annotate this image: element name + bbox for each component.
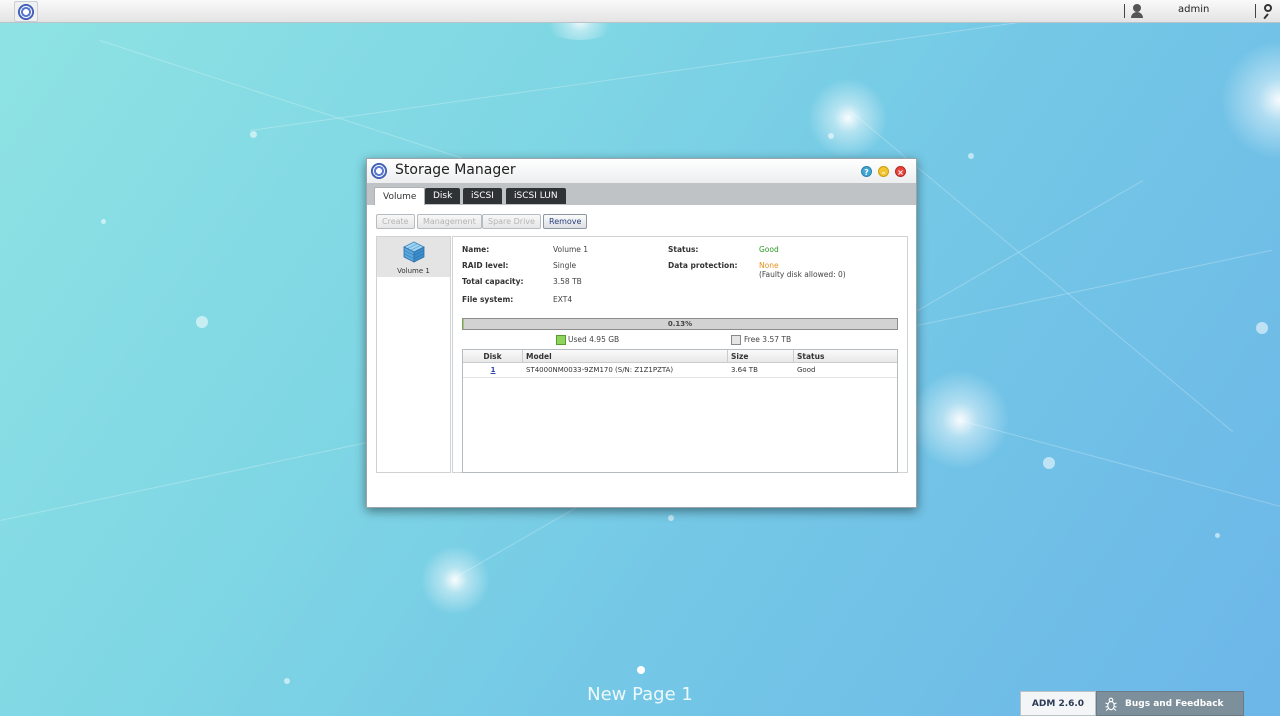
data-protection-label: Data protection: bbox=[668, 261, 738, 270]
spare-drive-button[interactable]: Spare Drive bbox=[482, 214, 541, 229]
disk-status: Good bbox=[797, 366, 816, 374]
disk-model: ST4000NM0033-9ZM170 (S/N: Z1Z1PZTA) bbox=[526, 366, 674, 374]
status-label: Status: bbox=[668, 245, 699, 254]
column-header-disk[interactable]: Disk bbox=[463, 350, 523, 363]
raid-level-label: RAID level: bbox=[462, 261, 509, 270]
data-protection-value: None bbox=[759, 261, 779, 270]
file-system-value: EXT4 bbox=[553, 295, 573, 304]
file-system-label: File system: bbox=[462, 295, 514, 304]
minimize-icon[interactable]: – bbox=[878, 166, 889, 177]
free-legend-swatch bbox=[731, 335, 741, 345]
username-label[interactable]: admin bbox=[1178, 4, 1209, 15]
tab-disk[interactable]: Disk bbox=[425, 188, 461, 204]
storage-manager-window: Storage Manager ? – × Volume Disk iSCSI … bbox=[366, 158, 917, 508]
window-titlebar[interactable]: Storage Manager ? – × bbox=[367, 159, 916, 183]
disk-number-link[interactable]: 1 bbox=[463, 364, 523, 377]
remove-button[interactable]: Remove bbox=[543, 214, 588, 229]
tab-iscsi[interactable]: iSCSI bbox=[463, 188, 502, 204]
create-button[interactable]: Create bbox=[376, 214, 415, 229]
divider bbox=[1124, 4, 1125, 18]
free-legend-label: Free 3.57 TB bbox=[744, 335, 792, 344]
raid-level-value: Single bbox=[553, 261, 577, 270]
page-label[interactable]: New Page 1 bbox=[540, 684, 740, 705]
volume-cube-icon bbox=[403, 241, 425, 263]
column-header-size[interactable]: Size bbox=[728, 350, 794, 363]
total-capacity-label: Total capacity: bbox=[462, 277, 524, 286]
divider bbox=[1255, 4, 1256, 18]
close-icon[interactable]: × bbox=[895, 166, 906, 177]
home-button[interactable] bbox=[14, 1, 38, 22]
user-icon[interactable] bbox=[1130, 4, 1144, 18]
disk-table: Disk Model Size Status 1 ST4000NM0033-9Z… bbox=[462, 349, 898, 473]
total-capacity-value: 3.58 TB bbox=[553, 277, 582, 286]
disk-size: 3.64 TB bbox=[731, 366, 758, 374]
help-icon[interactable]: ? bbox=[861, 166, 872, 177]
tab-bar: Volume Disk iSCSI iSCSI LUN bbox=[367, 183, 916, 205]
search-icon[interactable] bbox=[1261, 3, 1275, 19]
volume-label: Volume 1 bbox=[397, 267, 430, 275]
management-button[interactable]: Management bbox=[417, 214, 482, 229]
bugs-feedback-button[interactable]: Bugs and Feedback bbox=[1096, 691, 1244, 716]
volume-list: Volume 1 bbox=[376, 236, 451, 473]
column-header-model[interactable]: Model bbox=[523, 350, 728, 363]
column-header-status[interactable]: Status bbox=[794, 350, 897, 363]
top-bar: admin bbox=[0, 0, 1280, 23]
faulty-disk-note: (Faulty disk allowed: 0) bbox=[759, 270, 846, 279]
volume-list-item[interactable]: Volume 1 bbox=[377, 237, 450, 277]
used-legend-label: Used 4.95 GB bbox=[568, 335, 620, 344]
adm-logo-icon bbox=[18, 4, 34, 20]
name-value: Volume 1 bbox=[553, 245, 589, 254]
tab-volume[interactable]: Volume bbox=[374, 187, 426, 205]
page-indicator-dot[interactable] bbox=[637, 666, 645, 674]
bug-icon bbox=[1105, 697, 1117, 711]
tab-iscsi-lun[interactable]: iSCSI LUN bbox=[506, 188, 566, 204]
storage-manager-icon bbox=[371, 163, 387, 179]
status-value: Good bbox=[759, 245, 779, 254]
bugs-feedback-label: Bugs and Feedback bbox=[1125, 699, 1224, 709]
used-legend-swatch bbox=[556, 335, 566, 345]
volume-details-panel: Name: Volume 1 RAID level: Single Total … bbox=[452, 236, 908, 473]
row-divider bbox=[463, 377, 897, 378]
version-badge: ADM 2.6.0 Beta bbox=[1020, 691, 1096, 716]
name-label: Name: bbox=[462, 245, 490, 254]
usage-percent: 0.13% bbox=[667, 320, 693, 328]
window-title: Storage Manager bbox=[395, 162, 516, 178]
usage-bar: 0.13% bbox=[462, 318, 898, 330]
